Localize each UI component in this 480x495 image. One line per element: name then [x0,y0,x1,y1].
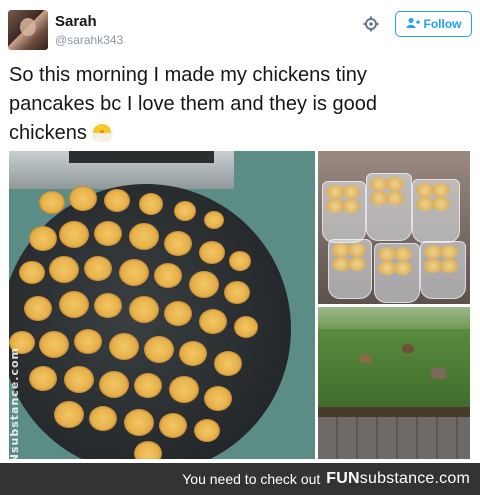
pancake [74,329,102,354]
paving-stones [318,417,470,459]
gear-icon-svg [363,16,379,32]
pancake [29,226,57,251]
gear-icon[interactable] [363,16,379,32]
pancake [129,296,159,323]
mini-pancake [432,183,450,197]
pancake [39,331,69,358]
avatar[interactable] [8,10,48,50]
user-name[interactable]: Sarah [55,13,97,30]
pancake [199,309,227,334]
follow-button[interactable]: Follow [395,11,472,37]
pancake [99,371,129,398]
tweet-card: Sarah @sarahk343 Follow So this morning … [0,0,480,463]
hatching-chick-icon [90,122,113,142]
pancake [134,373,162,398]
pancake [29,366,57,391]
chicken [431,367,447,379]
pancake [89,406,117,431]
pancake [164,231,192,256]
mini-pancake [348,243,366,257]
mini-pancake [348,257,366,271]
pancake [169,376,199,403]
mini-pancake [386,177,404,191]
garden-bed [318,407,470,417]
pancake [229,251,251,271]
pancake [159,413,187,438]
pancake [129,223,159,250]
chickens-yard-photo[interactable] [318,307,470,459]
pancake [94,293,122,318]
tweet-body: So this morning I made my chickens tiny … [9,64,378,144]
follow-label: Follow [423,17,462,31]
mini-pancake [440,245,458,259]
pancake [214,351,242,376]
mini-pancake [342,199,360,213]
pancake [139,193,163,215]
add-person-icon [406,17,420,32]
chicken [402,344,414,353]
pancake [64,366,94,393]
tweet-header: Sarah @sarahk343 Follow [8,8,472,52]
pancake [179,341,207,366]
pancake [84,256,112,281]
mini-pancake [394,261,412,275]
pancake [224,281,250,304]
pancake-plate-photo[interactable]: FUNsubstance.com [9,151,315,459]
pancake [59,221,89,248]
pancake [94,221,122,246]
footer-brand-rest: substance.com [359,470,470,487]
user-handle[interactable]: @sarahk343 [55,33,123,47]
pancake [134,441,162,459]
pancake [189,271,219,298]
side-watermark: FUNsubstance.com [9,347,21,459]
pancake-cups-photo[interactable] [318,151,470,304]
mini-pancake [432,197,450,211]
pancake [39,191,65,214]
pancake [234,316,258,338]
pancake [144,336,174,363]
footer-brand[interactable]: FUNsubstance.com [326,470,470,488]
pancake [124,409,154,436]
mini-pancake [386,191,404,205]
footer-brand-bold: FUN [326,470,360,487]
pancake [204,386,232,411]
yard-background [318,307,470,329]
pancake [194,419,220,442]
chicken [360,354,372,363]
footer-banner[interactable]: You need to check out FUNsubstance.com [0,463,480,495]
stovetop [9,151,234,189]
pancake [54,401,84,428]
pancake [69,186,97,211]
pancake [49,256,79,283]
mini-pancake [342,185,360,199]
pancake [164,301,192,326]
pancake [59,291,89,318]
pancake [104,189,130,212]
pancake [154,263,182,288]
pancake [19,261,45,284]
pancake [119,259,149,286]
footer-text: You need to check out [182,471,321,487]
pancake [199,241,225,264]
yard-grass [318,329,470,409]
mini-pancake [440,259,458,273]
pancake [174,201,196,221]
pancake [109,333,139,360]
tweet-text: So this morning I made my chickens tiny … [9,61,449,148]
pancake [204,211,224,229]
pancake [24,296,52,321]
mini-pancake [394,247,412,261]
